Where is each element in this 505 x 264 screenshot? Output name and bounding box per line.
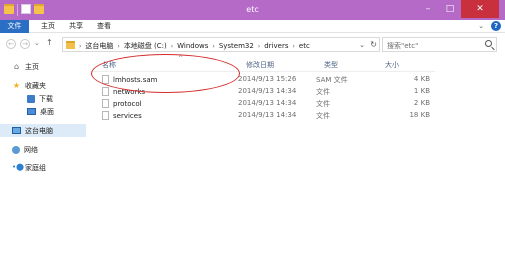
sidebar-item-label: 下载: [39, 94, 53, 103]
file-icon: [102, 111, 109, 120]
navigation-bar: ← → ⌄ ↑ › 这台电脑 › 本地磁盘 (C:) › Windows › S…: [0, 34, 505, 54]
sidebar-item-label: 主页: [25, 62, 39, 71]
sidebar-item-favorites[interactable]: ★ 收藏夹: [12, 79, 46, 92]
file-modified: 2014/9/13 14:34: [238, 111, 297, 119]
file-modified: 2014/9/13 15:26: [238, 75, 297, 83]
expand-ribbon-icon[interactable]: ⌄: [477, 22, 485, 30]
file-size: 18 KB: [409, 111, 430, 119]
sidebar-item-desktop[interactable]: 桌面: [27, 105, 54, 118]
sidebar-item-downloads[interactable]: 下载: [27, 92, 53, 105]
address-bar[interactable]: › 这台电脑 › 本地磁盘 (C:) › Windows › System32 …: [62, 37, 380, 52]
search-input[interactable]: 搜索"etc": [382, 37, 497, 52]
file-type: SAM 文件: [316, 76, 348, 84]
breadcrumb-etc[interactable]: etc: [299, 42, 310, 50]
folder-icon: [66, 41, 75, 49]
recent-locations-icon[interactable]: ⌄: [34, 39, 40, 47]
minimize-button[interactable]: –: [417, 0, 439, 18]
file-modified: 2014/9/13 14:34: [238, 99, 297, 107]
breadcrumb-windows[interactable]: Windows: [177, 42, 208, 50]
help-icon[interactable]: ?: [491, 21, 501, 31]
breadcrumb-separator: ›: [212, 42, 215, 50]
breadcrumb-separator: ›: [292, 42, 295, 50]
back-button[interactable]: ←: [6, 39, 16, 49]
sidebar-item-label: 网络: [24, 145, 38, 154]
file-name: lmhosts.sam: [113, 75, 158, 84]
file-type: 文件: [316, 88, 330, 96]
download-folder-icon: [27, 94, 35, 103]
breadcrumb-separator: ›: [170, 42, 174, 50]
breadcrumb-drivers[interactable]: drivers: [264, 42, 288, 50]
ribbon-tabs: 文件 主页 共享 查看 ⌄ ?: [0, 20, 505, 33]
sidebar-item-network[interactable]: 网络: [12, 143, 38, 156]
sidebar-item-home[interactable]: ⌂ 主页: [12, 60, 39, 73]
column-header-name[interactable]: 名称: [102, 60, 116, 70]
desktop-icon: [27, 108, 36, 115]
computer-icon: [12, 127, 21, 134]
breadcrumb-this-pc[interactable]: 这台电脑: [85, 41, 113, 51]
breadcrumb-separator: ›: [117, 42, 120, 50]
file-name: services: [113, 111, 142, 120]
sidebar-item-label: 收藏夹: [25, 81, 46, 90]
sidebar-item-label: 家庭组: [25, 163, 46, 172]
tab-file[interactable]: 文件: [0, 20, 29, 33]
breadcrumb-local-disk[interactable]: 本地磁盘 (C:): [124, 41, 167, 51]
tab-view[interactable]: 查看: [90, 20, 118, 33]
file-list: ^ 名称 修改日期 类型 大小 lmhosts.sam 2014/9/13 15…: [90, 55, 505, 264]
column-header-type[interactable]: 类型: [324, 60, 338, 70]
file-size: 4 KB: [413, 75, 430, 83]
homegroup-icon: •⬤: [12, 163, 24, 171]
address-dropdown-icon[interactable]: ⌄: [359, 41, 365, 49]
refresh-icon[interactable]: ↻: [370, 40, 377, 49]
sort-indicator-icon: ^: [178, 55, 184, 62]
sidebar-item-this-pc[interactable]: 这台电脑: [0, 124, 86, 137]
sidebar-item-homegroup[interactable]: •⬤ 家庭组: [12, 161, 46, 174]
navigation-pane: ⌂ 主页 ★ 收藏夹 下载 桌面 这台电脑 网络 •⬤ 家庭组: [0, 55, 88, 264]
maximize-button[interactable]: □: [439, 0, 461, 18]
breadcrumb-separator: ›: [257, 42, 261, 50]
tab-home[interactable]: 主页: [34, 20, 62, 33]
file-icon: [102, 99, 109, 108]
table-row[interactable]: lmhosts.sam 2014/9/13 15:26 SAM 文件 4 KB: [98, 73, 438, 85]
up-button[interactable]: ↑: [46, 38, 53, 47]
close-button[interactable]: ✕: [461, 0, 499, 18]
search-placeholder: 搜索"etc": [387, 42, 419, 50]
breadcrumb: › 这台电脑 › 本地磁盘 (C:) › Windows › System32 …: [79, 41, 310, 51]
home-icon: ⌂: [13, 62, 20, 71]
search-icon[interactable]: [485, 40, 492, 47]
breadcrumb-separator: ›: [79, 42, 82, 50]
title-bar: etc – □ ✕: [0, 0, 505, 20]
tab-share[interactable]: 共享: [62, 20, 90, 33]
header-divider: [90, 71, 435, 72]
table-row[interactable]: protocol 2014/9/13 14:34 文件 2 KB: [98, 97, 438, 109]
file-modified: 2014/9/13 14:34: [238, 87, 297, 95]
network-icon: [12, 145, 20, 154]
breadcrumb-system32[interactable]: System32: [219, 42, 254, 50]
column-header-size[interactable]: 大小: [385, 60, 399, 70]
file-size: 2 KB: [413, 99, 430, 107]
file-icon: [102, 75, 109, 84]
file-icon: [102, 87, 109, 96]
file-size: 1 KB: [413, 87, 430, 95]
column-header-modified[interactable]: 修改日期: [246, 60, 274, 70]
file-type: 文件: [316, 100, 330, 108]
star-icon: ★: [12, 81, 21, 90]
file-name: protocol: [113, 99, 142, 108]
file-type: 文件: [316, 112, 330, 120]
sidebar-item-label: 桌面: [40, 107, 54, 116]
sidebar-item-label: 这台电脑: [25, 126, 53, 135]
table-row[interactable]: networks 2014/9/13 14:34 文件 1 KB: [98, 85, 438, 97]
table-row[interactable]: services 2014/9/13 14:34 文件 18 KB: [98, 109, 438, 121]
file-name: networks: [113, 87, 146, 96]
forward-button[interactable]: →: [20, 39, 30, 49]
